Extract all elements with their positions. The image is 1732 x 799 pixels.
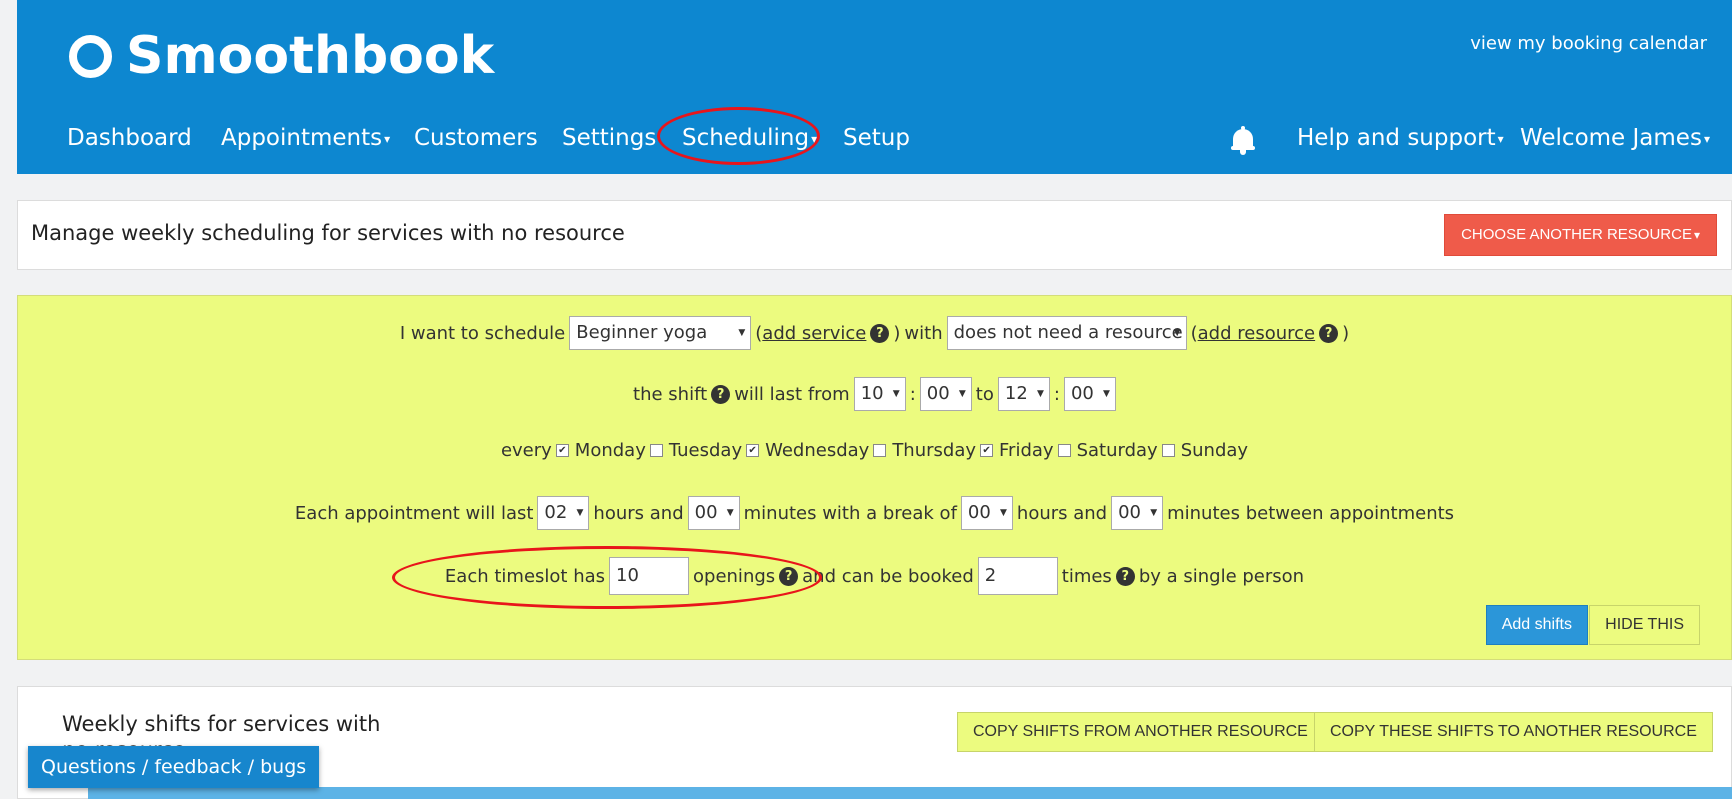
nav-customers[interactable]: Customers: [414, 120, 538, 156]
add-shifts-button[interactable]: Add shifts: [1485, 605, 1588, 645]
break-hours-select[interactable]: 00: [960, 496, 1013, 530]
page-title: Manage weekly scheduling for services wi…: [31, 221, 625, 245]
duration-minutes-select[interactable]: 00: [687, 496, 740, 530]
times-per-person-input[interactable]: 2: [977, 557, 1058, 595]
shift-time-row: the shift ? will last from 10 : 00 to 12…: [18, 377, 1731, 411]
service-row: I want to schedule Beginner yoga (add se…: [18, 316, 1731, 350]
break-minutes-select[interactable]: 00: [1111, 496, 1164, 530]
checkbox-wednesday[interactable]: ✔: [746, 443, 760, 457]
caret-down-icon: ▾: [1497, 131, 1504, 146]
feedback-button[interactable]: Questions / feedback / bugs: [28, 746, 320, 788]
shift-to-minute-select[interactable]: 00: [1063, 377, 1116, 411]
checkbox-thursday[interactable]: [873, 443, 887, 457]
logo-text: Smoothbook: [126, 26, 495, 86]
timeslot-openings-row: Each timeslot has 10 openings ? and can …: [18, 557, 1731, 595]
manage-scheduling-panel: Manage weekly scheduling for services wi…: [17, 200, 1732, 270]
nav-appointments[interactable]: Appointments ▾: [221, 120, 390, 157]
nav-dashboard[interactable]: Dashboard: [67, 120, 192, 156]
copy-shifts-to-button[interactable]: COPY THESE SHIFTS TO ANOTHER RESOURCE: [1314, 712, 1713, 752]
caret-down-icon: ▾: [1693, 228, 1700, 243]
add-service-link[interactable]: add service: [762, 323, 866, 344]
question-circle-icon[interactable]: ?: [779, 566, 799, 586]
schedule-form-panel: I want to schedule Beginner yoga (add se…: [17, 295, 1732, 660]
question-circle-icon[interactable]: ?: [1319, 323, 1339, 343]
nav-scheduling[interactable]: Scheduling ▾: [682, 120, 817, 157]
checkbox-tuesday[interactable]: [649, 443, 663, 457]
shift-to-hour-select[interactable]: 12: [997, 377, 1050, 411]
question-circle-icon[interactable]: ?: [870, 323, 890, 343]
view-booking-calendar-link[interactable]: view my booking calendar: [1470, 33, 1707, 54]
main-nav: Dashboard Appointments ▾ Customers Settin…: [17, 120, 1732, 156]
duration-hours-select[interactable]: 02: [537, 496, 590, 530]
question-circle-icon[interactable]: ?: [711, 384, 731, 404]
top-header: Smoothbook view my booking calendar Dash…: [17, 0, 1732, 174]
notifications-bell-icon[interactable]: [1231, 126, 1255, 156]
table-header-bar: [88, 787, 1732, 799]
resource-select[interactable]: does not need a resource: [946, 316, 1187, 350]
nav-help-and-support[interactable]: Help and support ▾: [1297, 120, 1504, 157]
add-resource-link[interactable]: add resource: [1198, 323, 1315, 344]
smoothbook-logo[interactable]: Smoothbook: [69, 28, 494, 84]
openings-input[interactable]: 10: [609, 557, 690, 595]
appointment-duration-row: Each appointment will last 02 hours and …: [18, 496, 1731, 530]
choose-another-resource-button[interactable]: CHOOSE ANOTHER RESOURCE ▾: [1444, 214, 1717, 256]
nav-setup[interactable]: Setup: [843, 120, 910, 156]
service-select[interactable]: Beginner yoga: [569, 316, 752, 350]
shift-from-minute-select[interactable]: 00: [919, 377, 972, 411]
checkbox-monday[interactable]: ✔: [555, 443, 569, 457]
copy-shifts-from-button[interactable]: COPY SHIFTS FROM ANOTHER RESOURCE: [957, 712, 1324, 752]
checkbox-saturday[interactable]: [1057, 443, 1071, 457]
nav-welcome-user[interactable]: Welcome James ▾: [1520, 120, 1710, 157]
caret-down-icon: ▾: [1703, 131, 1710, 146]
hide-this-button[interactable]: HIDE THIS: [1589, 605, 1700, 645]
shift-from-hour-select[interactable]: 10: [853, 377, 906, 411]
nav-settings[interactable]: Settings: [562, 120, 656, 156]
checkbox-sunday[interactable]: [1161, 443, 1175, 457]
logo-ring-icon: [69, 34, 112, 78]
checkbox-friday[interactable]: ✔: [980, 443, 994, 457]
question-circle-icon[interactable]: ?: [1115, 566, 1135, 586]
caret-down-icon: ▾: [811, 131, 818, 146]
weekdays-row: every ✔ Monday Tuesday ✔ Wednesday Thursda…: [500, 439, 1249, 461]
caret-down-icon: ▾: [384, 131, 391, 146]
